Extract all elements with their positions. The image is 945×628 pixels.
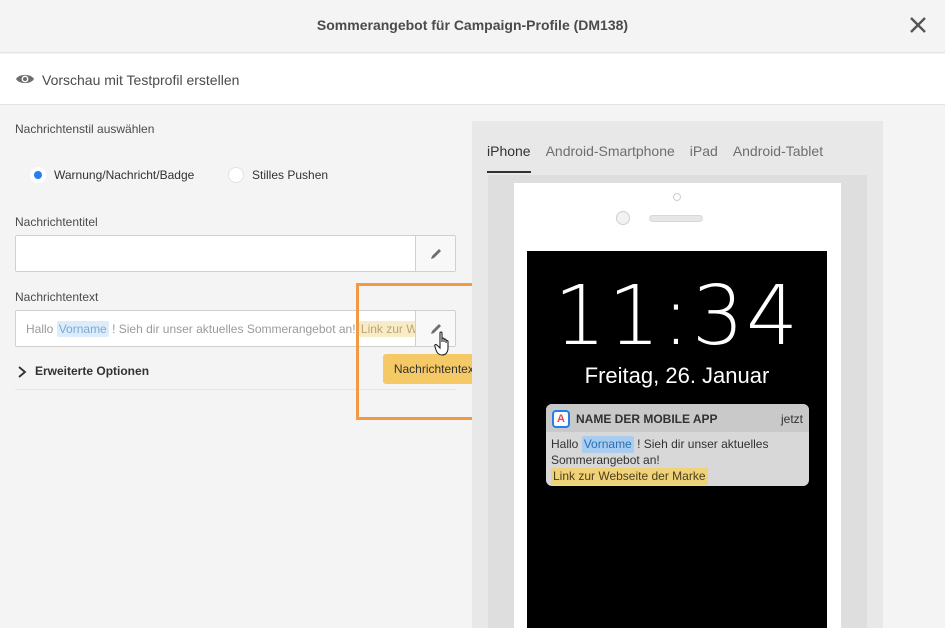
message-text-label: Nachrichtentext <box>15 290 99 304</box>
notification-body: Hallo Vorname ! Sieh dir unser aktuelles… <box>551 436 806 485</box>
iphone-frame: 11:34 Freitag, 26. Januar A NAME DER MOB… <box>514 183 841 628</box>
tab-android-smartphone[interactable]: Android-Smartphone <box>546 143 675 173</box>
phone-preview-area: 11:34 Freitag, 26. Januar A NAME DER MOB… <box>488 175 867 628</box>
radio-silent-push[interactable]: Stilles Pushen <box>228 167 328 183</box>
radio-dot[interactable] <box>228 167 244 183</box>
radio-alert-message-badge[interactable]: Warnung/Nachricht/Badge <box>30 167 194 183</box>
tab-iphone[interactable]: iPhone <box>487 143 531 173</box>
dialog-header: Sommerangebot für Campaign-Profile (DM13… <box>0 0 945 53</box>
hand-cursor-icon <box>434 331 449 356</box>
text-prefix: Hallo <box>26 322 54 336</box>
preview-toolbar: Vorschau mit Testprofil erstellen <box>0 54 945 105</box>
preview-with-test-profile-link[interactable]: Vorschau mit Testprofil erstellen <box>42 72 239 88</box>
lock-screen-date: Freitag, 26. Januar <box>584 363 770 388</box>
edit-title-button[interactable] <box>415 236 455 271</box>
device-preview-panel: iPhone Android-Smartphone iPad Android-T… <box>472 121 883 628</box>
phone-speaker <box>649 215 703 222</box>
lock-screen: 11:34 Freitag, 26. Januar A NAME DER MOB… <box>527 251 827 628</box>
device-tabs: iPhone Android-Smartphone iPad Android-T… <box>487 143 838 173</box>
close-icon[interactable] <box>907 14 929 36</box>
push-notification: A NAME DER MOBILE APP jetzt Hallo Vornam… <box>546 404 809 486</box>
personalization-token-firstname[interactable]: Vorname <box>56 321 109 337</box>
notification-app-name: NAME DER MOBILE APP <box>576 412 718 426</box>
message-style-label: Nachrichtenstil auswählen <box>15 122 155 136</box>
chevron-right-icon <box>18 366 27 378</box>
phone-sensor <box>673 193 681 201</box>
message-title-field[interactable] <box>15 235 456 272</box>
tab-android-tablet[interactable]: Android-Tablet <box>733 143 823 173</box>
message-title-label: Nachrichtentitel <box>15 215 98 229</box>
notification-token-link: Link zur Webseite der Marke <box>551 468 708 485</box>
radio-dot-selected[interactable] <box>30 167 46 183</box>
pencil-icon <box>431 249 441 259</box>
tab-ipad[interactable]: iPad <box>690 143 718 173</box>
phone-camera <box>616 211 630 225</box>
notification-time: jetzt <box>780 412 803 426</box>
radio-label: Stilles Pushen <box>252 168 329 182</box>
notification-token-firstname: Vorname <box>581 436 634 453</box>
notification-prefix: Hallo <box>551 437 579 451</box>
lock-screen-time: 11:34 <box>553 269 801 364</box>
advanced-options-label: Erweiterte Optionen <box>35 364 150 378</box>
text-body: ! Sieh dir unser aktuelles Sommerangebot… <box>112 322 356 336</box>
dialog-title: Sommerangebot für Campaign-Profile (DM13… <box>316 17 629 33</box>
notification-header: A NAME DER MOBILE APP jetzt <box>546 404 809 432</box>
radio-label: Warnung/Nachricht/Badge <box>54 168 195 182</box>
eye-icon <box>16 74 34 84</box>
app-icon: A <box>552 410 570 428</box>
